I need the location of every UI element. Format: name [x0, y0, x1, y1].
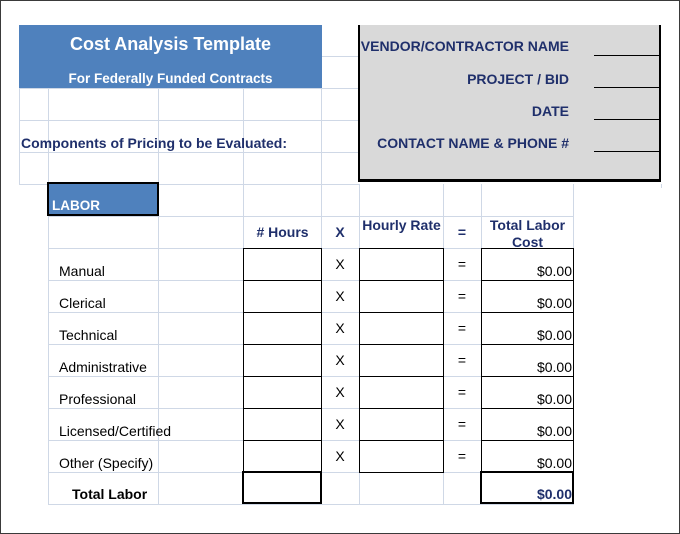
multiply-sign: X — [335, 448, 345, 464]
date-label: DATE — [531, 103, 569, 119]
grid-line — [19, 88, 359, 89]
hours-input[interactable] — [243, 440, 322, 473]
equals-sign: = — [457, 448, 467, 464]
total-labor-label: Total Labor — [72, 486, 148, 502]
grid-line — [19, 120, 359, 121]
multiply-sign: X — [335, 288, 345, 304]
vendor-name-field[interactable] — [594, 55, 661, 56]
equals-sign: = — [457, 416, 467, 432]
equals-sign: = — [457, 352, 467, 368]
multiply-sign: X — [335, 256, 345, 272]
labor-section-header: LABOR — [47, 182, 159, 216]
grid-line — [48, 504, 574, 505]
components-label: Components of Pricing to be Evaluated: — [21, 135, 288, 151]
labor-row-label: Licensed/Certified — [59, 423, 172, 439]
hourly-rate-input[interactable] — [359, 376, 444, 409]
total-cost-value: $0.00 — [536, 423, 572, 439]
col-header-rate: Hourly Rate — [362, 217, 441, 233]
hourly-rate-input[interactable] — [359, 248, 444, 281]
hourly-rate-input[interactable] — [359, 280, 444, 313]
multiply-sign: X — [335, 384, 345, 400]
labor-row-label: Administrative — [59, 359, 147, 375]
labor-section-label: LABOR — [52, 198, 100, 213]
equals-sign: = — [457, 320, 467, 336]
title-block: Cost Analysis Template For Federally Fun… — [19, 25, 322, 88]
vendor-name-label: VENDOR/CONTRACTOR NAME — [360, 38, 569, 54]
project-bid-label: PROJECT / BID — [467, 71, 569, 87]
grid-line — [19, 88, 20, 184]
labor-row-label: Clerical — [59, 295, 106, 311]
total-cost-value: $0.00 — [536, 327, 572, 343]
vendor-info-box: VENDOR/CONTRACTOR NAME PROJECT / BID DAT… — [358, 25, 661, 182]
hourly-rate-input[interactable] — [359, 408, 444, 441]
labor-row-label: Technical — [59, 327, 118, 343]
page-title: Cost Analysis Template — [69, 34, 272, 54]
col-header-hours: # Hours — [256, 224, 309, 240]
total-cost-value: $0.00 — [536, 391, 572, 407]
col-header-total: Total Labor Cost — [489, 217, 566, 248]
contact-field[interactable] — [594, 151, 661, 152]
labor-row-label: Professional — [59, 391, 137, 407]
hours-input[interactable] — [243, 312, 322, 345]
multiply-sign: X — [335, 352, 345, 368]
grid-line — [661, 184, 662, 188]
labor-row-label: Manual — [59, 263, 105, 279]
hours-input[interactable] — [243, 376, 322, 409]
total-cost-value: $0.00 — [536, 455, 572, 471]
grid-line — [19, 152, 359, 153]
multiply-sign: X — [335, 320, 345, 336]
equals-sign: = — [457, 288, 467, 304]
equals-sign: = — [457, 256, 467, 272]
hours-input[interactable] — [243, 248, 322, 281]
hourly-rate-input[interactable] — [359, 344, 444, 377]
multiply-sign: X — [335, 416, 345, 432]
labor-row-label: Other (Specify) — [59, 455, 154, 471]
equals-sign: = — [457, 384, 467, 400]
date-field[interactable] — [594, 119, 661, 120]
contact-label: CONTACT NAME & PHONE # — [377, 135, 569, 151]
hourly-rate-input[interactable] — [359, 312, 444, 345]
hours-input[interactable] — [243, 344, 322, 377]
total-labor-cost-value: $0.00 — [536, 486, 572, 502]
total-cost-value: $0.00 — [536, 359, 572, 375]
total-hours-cell[interactable] — [242, 471, 322, 504]
hourly-rate-input[interactable] — [359, 440, 444, 473]
page-subtitle: For Federally Funded Contracts — [68, 71, 273, 86]
col-header-times: X — [335, 224, 345, 240]
total-cost-value: $0.00 — [536, 263, 572, 279]
hours-input[interactable] — [243, 408, 322, 441]
hours-input[interactable] — [243, 280, 322, 313]
col-header-equals: = — [457, 224, 467, 240]
total-cost-value: $0.00 — [536, 295, 572, 311]
project-bid-field[interactable] — [594, 87, 661, 88]
